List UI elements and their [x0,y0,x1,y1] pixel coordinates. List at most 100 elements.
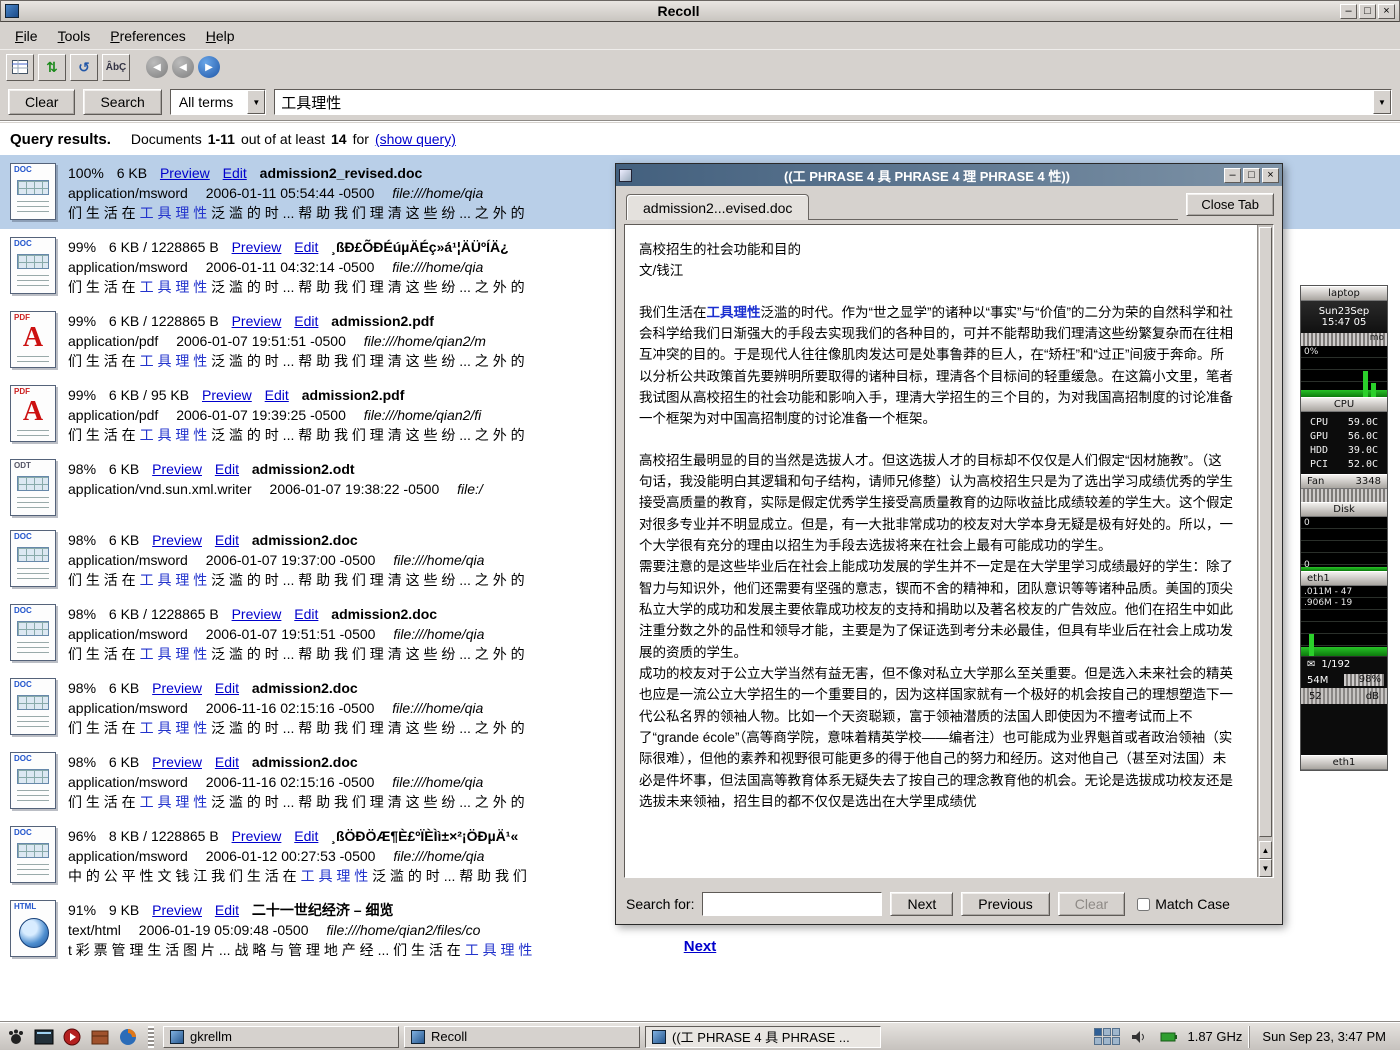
search-mode-select[interactable]: All terms ▼ [170,89,266,115]
close-button[interactable]: × [1378,4,1395,19]
mail-count: 1/192 [1321,659,1350,670]
maximize-button[interactable]: □ [1359,4,1376,19]
file-type-icon[interactable] [10,604,56,661]
file-icon-lines [17,497,49,510]
preview-close-button[interactable]: × [1262,168,1279,183]
edit-link[interactable]: Edit [223,165,247,181]
edit-link[interactable]: Edit [294,313,318,329]
next-results-link[interactable]: Next [684,938,717,955]
preview-link[interactable]: Preview [232,239,282,255]
workspace-pager-icon[interactable] [1094,1028,1120,1045]
edit-link[interactable]: Edit [294,606,318,622]
preview-findbar: Search for: Next Previous Clear Match Ca… [616,884,1282,924]
snippet-text: 们 生 活 在 [68,427,140,443]
history-icon[interactable]: ↺ [70,54,98,81]
find-next-button[interactable]: Next [890,892,953,916]
edit-link[interactable]: Edit [215,680,239,696]
preview-link[interactable]: Preview [202,387,252,403]
close-tab-button[interactable]: Close Tab [1186,193,1274,216]
next-page-icon[interactable]: ▶ [198,56,220,78]
preview-text-area[interactable]: 高校招生的社会功能和目的 文/钱江 我们生活在工具理性泛滥的时代。作为“世之显学… [624,224,1274,878]
query-dropdown-icon[interactable]: ▼ [1373,90,1391,114]
volume-icon[interactable] [1127,1025,1150,1048]
taskbar-handle[interactable] [148,1026,154,1048]
preview-link[interactable]: Preview [232,828,282,844]
file-icon-lines [17,864,49,877]
preview-scrollbar[interactable]: ▲ ▼ [1257,225,1273,877]
menu-tools[interactable]: Tools [49,24,100,48]
edit-link[interactable]: Edit [215,461,239,477]
prev-page-icon[interactable]: ◀ [172,56,194,78]
chevron-down-icon[interactable]: ▼ [247,90,265,114]
taskbar-window-button[interactable]: Recoll [404,1026,640,1048]
edit-link[interactable]: Edit [294,239,318,255]
preview-link[interactable]: Preview [152,532,202,548]
taskbar-clock[interactable]: Sun Sep 23, 3:47 PM [1249,1026,1396,1048]
menu-icon[interactable] [4,1025,27,1048]
result-size: 6 KB [109,461,139,477]
result-meta: application/msword 2006-01-11 05:54:44 -… [68,183,525,203]
match-case-checkbox[interactable] [1137,898,1150,911]
terminal-icon[interactable] [32,1025,55,1048]
preview-link[interactable]: Preview [152,461,202,477]
edit-link[interactable]: Edit [215,902,239,918]
snippet-text: 们 生 活 在 [68,646,140,662]
preview-link[interactable]: Preview [160,165,210,181]
preview-link[interactable]: Preview [152,680,202,696]
search-input[interactable] [275,91,1373,113]
file-type-icon[interactable] [10,385,56,442]
show-query-link[interactable]: (show query) [375,131,456,147]
table-view-icon[interactable] [6,54,34,81]
taskbar-window-button[interactable]: gkrellm [163,1026,399,1048]
sensor-value: 56.0C [1348,431,1378,442]
scrollbar-thumb[interactable] [1259,227,1272,837]
preview-tab[interactable]: admission2...evised.doc [626,194,809,220]
minimize-button[interactable]: – [1340,4,1357,19]
file-type-icon[interactable] [10,163,56,220]
recoll-titlebar[interactable]: Recoll – □ × [0,0,1400,22]
result-size: 9 KB [109,902,139,918]
result-date: 2006-11-16 02:15:16 -0500 [206,774,375,790]
menu-file[interactable]: File [6,24,47,48]
find-previous-button[interactable]: Previous [961,892,1049,916]
scroll-down-icon[interactable]: ▼ [1259,859,1272,877]
file-type-icon[interactable] [10,678,56,735]
taskbar-window-button[interactable]: ((工 PHRASE 4 具 PHRASE ... [645,1026,881,1048]
snippet-text: 泛 滥 的 时 ... 帮 助 我 们 [368,868,527,884]
edit-link[interactable]: Edit [294,828,318,844]
preview-link[interactable]: Preview [232,606,282,622]
spell-expand-icon[interactable]: ÂbÇ [102,54,130,81]
edit-link[interactable]: Edit [265,387,289,403]
snippet-highlight: 工 具 理 性 [140,720,208,736]
preview-maximize-button[interactable]: □ [1243,168,1260,183]
package-icon[interactable] [88,1025,111,1048]
preview-titlebar[interactable]: ((工 PHRASE 4 具 PHRASE 4 理 PHRASE 4 性)) –… [616,164,1282,186]
scroll-up-icon[interactable]: ▲ [1259,841,1272,859]
battery-icon[interactable] [1157,1025,1180,1048]
media-player-icon[interactable] [60,1025,83,1048]
file-type-icon[interactable] [10,237,56,294]
first-page-icon[interactable]: ◀ [146,56,168,78]
find-input[interactable] [702,892,882,916]
edit-link[interactable]: Edit [215,532,239,548]
preview-link[interactable]: Preview [232,313,282,329]
browser-icon[interactable] [116,1025,139,1048]
menu-help[interactable]: Help [197,24,244,48]
preview-minimize-button[interactable]: – [1224,168,1241,183]
edit-link[interactable]: Edit [215,754,239,770]
preview-link[interactable]: Preview [152,902,202,918]
file-type-icon[interactable] [10,826,56,883]
file-type-icon[interactable] [10,752,56,809]
file-type-icon[interactable] [10,530,56,587]
clear-button[interactable]: Clear [8,89,75,115]
file-type-icon[interactable] [10,311,56,368]
file-type-icon[interactable] [10,459,56,516]
preview-paragraph: 成功的校友对于公立大学当然有益无害，但不像对私立大学那么至关重要。但是选入未来社… [639,663,1234,812]
search-button[interactable]: Search [83,89,161,115]
result-headline: 99% 6 KB / 95 KB Preview Edit admission2… [68,385,525,405]
find-clear-button[interactable]: Clear [1058,892,1125,916]
query-combobox[interactable]: ▼ [274,89,1392,115]
sort-icon[interactable]: ⇅ [38,54,66,81]
preview-link[interactable]: Preview [152,754,202,770]
menu-preferences[interactable]: Preferences [101,24,195,48]
